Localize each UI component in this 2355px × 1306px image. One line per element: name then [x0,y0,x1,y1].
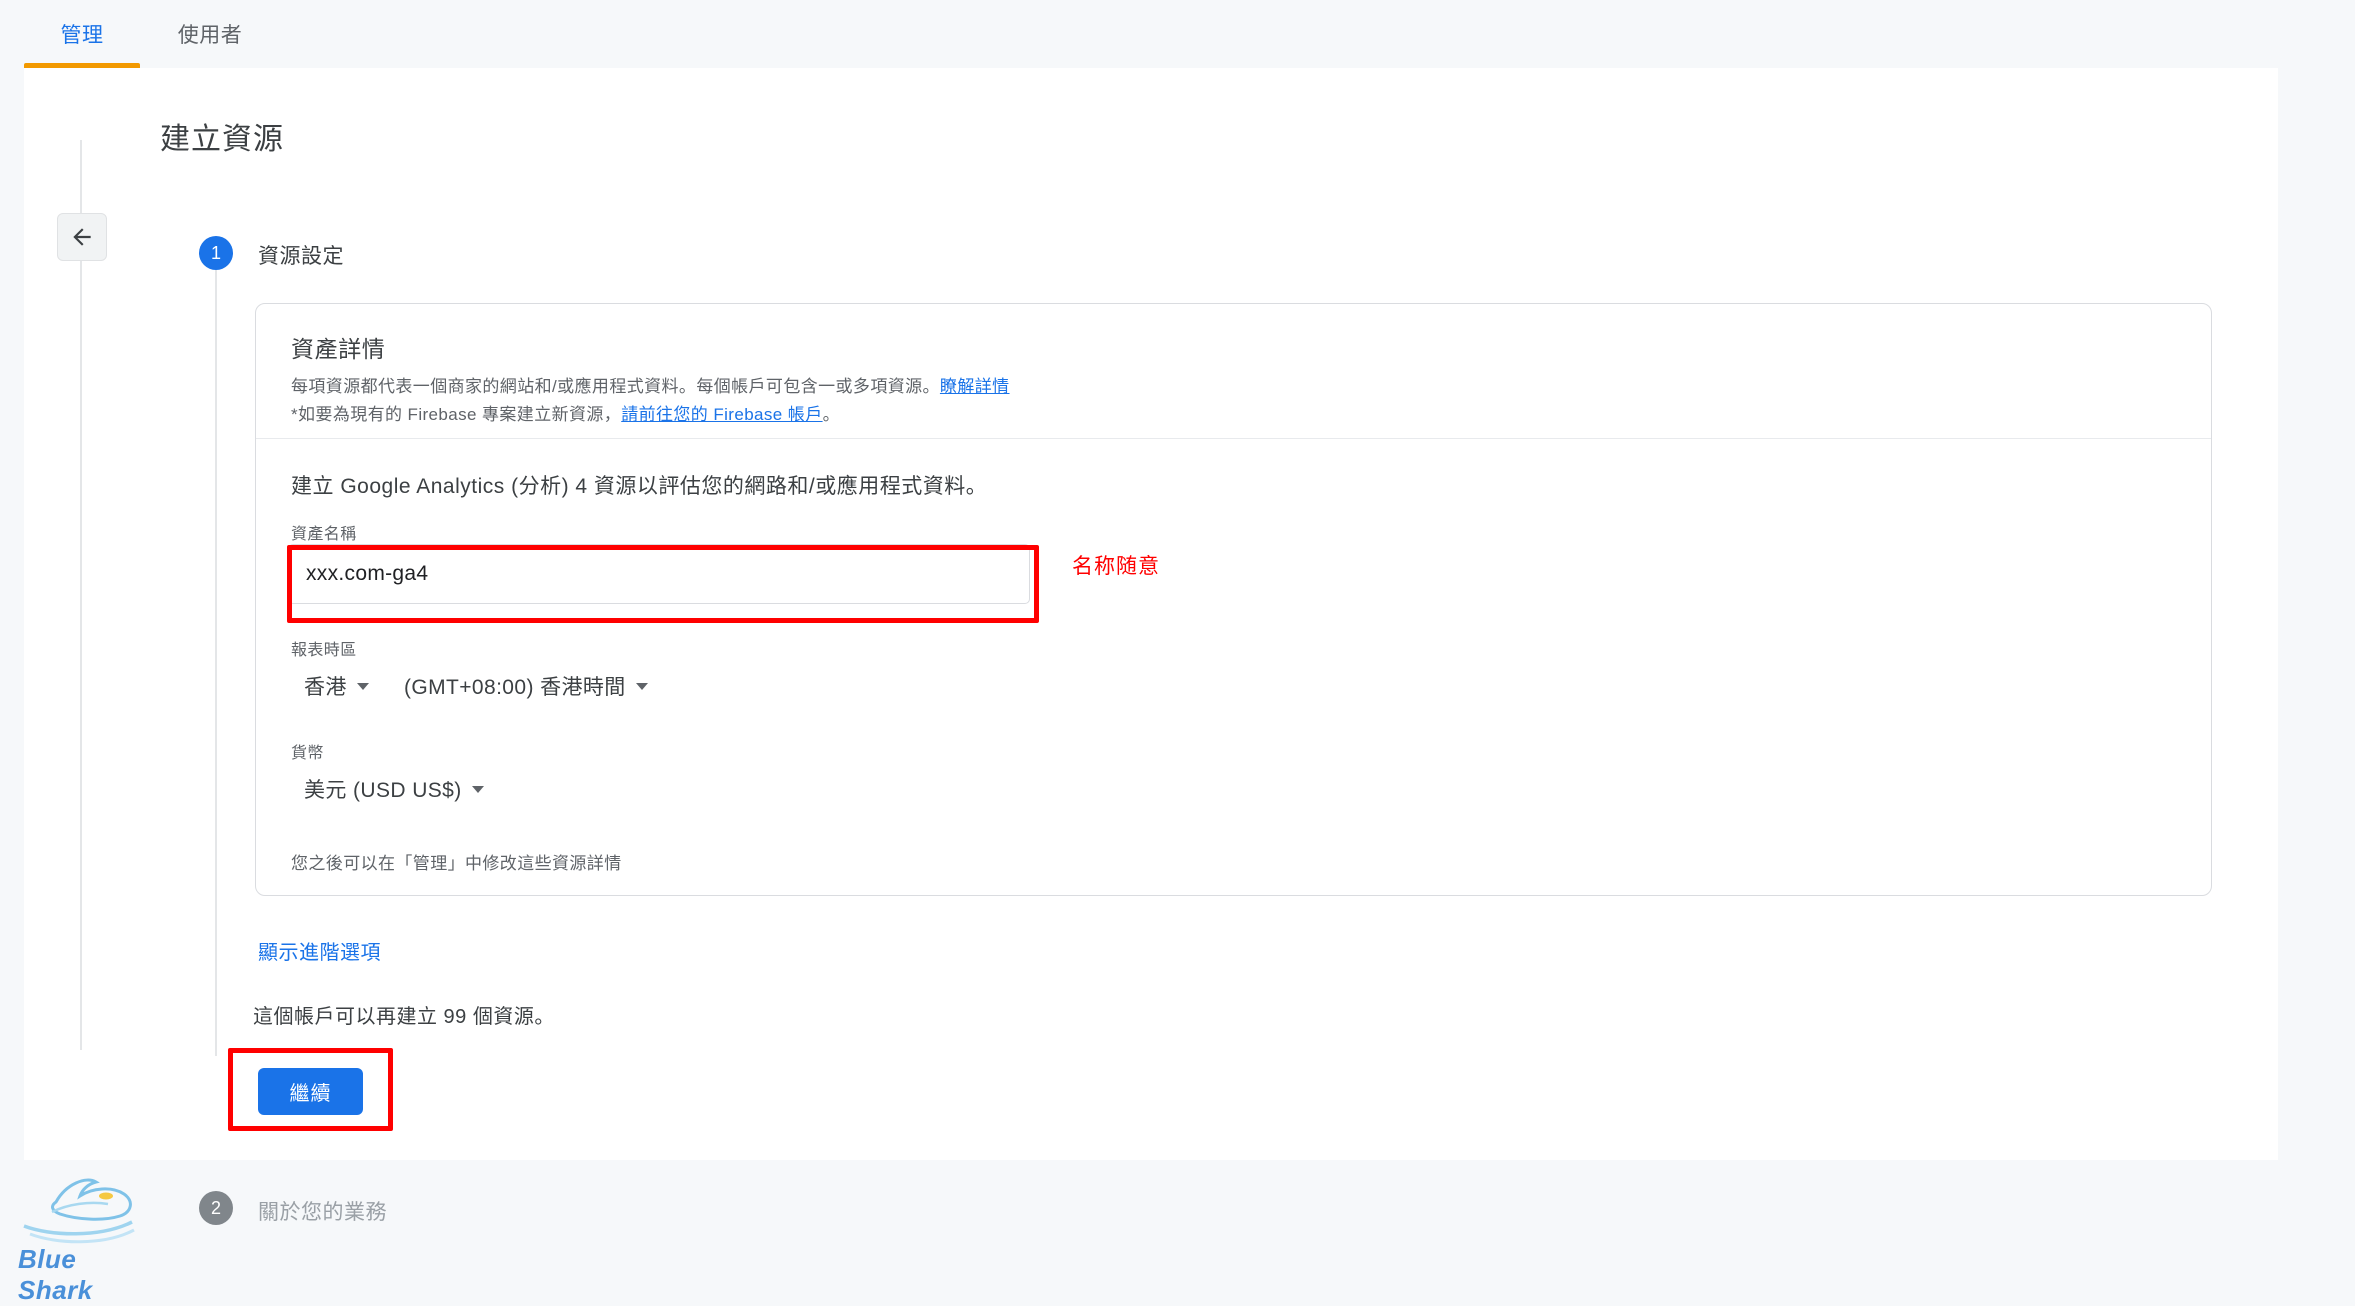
card-description-line-2: *如要為現有的 Firebase 專案建立新資源，請前往您的 Firebase … [291,401,1010,429]
stepper-connector-line [215,270,217,1056]
card-desc-text-2-end: 。 [822,405,840,424]
chevron-down-icon [356,682,369,690]
step-1-number: 1 [210,242,221,263]
timezone-offset-value: (GMT+08:00) 香港時間 [404,676,626,699]
step-1-label: 資源設定 [258,245,344,268]
card-desc-text-2: *如要為現有的 Firebase 專案建立新資源， [291,405,622,424]
timezone-country-value: 香港 [304,676,347,699]
card-title: 資產詳情 [291,336,386,362]
top-tab-bar: 管理 使用者 [0,0,2355,68]
watermark-logo: Blue Shark [8,1168,158,1305]
card-header: 資產詳情 每項資源都代表一個商家的網站和/或應用程式資料。每個帳戶可包含一或多項… [291,330,1010,429]
tab-admin[interactable]: 管理 [24,0,140,68]
currency-dropdown[interactable]: 美元 (USD US$) [304,774,484,804]
firebase-account-link[interactable]: 請前往您的 Firebase 帳戶 [621,405,822,424]
create-property-intro: 建立 Google Analytics (分析) 4 資源以評估您的網路和/或應… [291,475,988,498]
property-quota-text: 這個帳戶可以再建立 99 個資源。 [253,1006,555,1028]
currency-value: 美元 (USD US$) [304,779,462,802]
learn-more-link[interactable]: 瞭解詳情 [940,377,1010,396]
tab-users[interactable]: 使用者 [152,0,268,68]
watermark-text: Blue Shark [18,1244,93,1305]
property-name-label: 資產名稱 [291,526,357,543]
card-divider [256,438,2211,439]
continue-button[interactable]: 繼續 [258,1068,363,1115]
step-2-number: 2 [210,1197,221,1218]
property-details-card: 資產詳情 每項資源都代表一個商家的網站和/或應用程式資料。每個帳戶可包含一或多項… [255,303,2212,896]
card-footnote: 您之後可以在「管理」中修改這些資源詳情 [291,854,622,873]
chevron-down-icon [471,785,484,793]
currency-label: 貨幣 [291,745,324,762]
page-title: 建立資源 [160,123,284,156]
show-advanced-options-link[interactable]: 顯示進階選項 [258,936,381,965]
tab-admin-label: 管理 [60,24,104,47]
shark-logo-icon [23,1178,135,1244]
step-1-circle: 1 [199,236,233,270]
tab-users-label: 使用者 [177,24,243,47]
annotation-label-name: 名称随意 [1072,555,1160,578]
timezone-offset-dropdown[interactable]: (GMT+08:00) 香港時間 [404,671,648,701]
timezone-country-dropdown[interactable]: 香港 [304,671,369,701]
back-rail-divider [80,140,82,1050]
chevron-down-icon [635,682,648,690]
card-desc-text-1: 每項資源都代表一個商家的網站和/或應用程式資料。每個帳戶可包含一或多項資源。 [291,377,940,396]
arrow-left-icon [73,228,91,246]
property-name-input[interactable] [288,544,1030,604]
back-button[interactable] [57,213,107,261]
reporting-timezone-label: 報表時區 [291,642,357,659]
step-2-circle[interactable]: 2 [199,1191,233,1225]
step-2-label[interactable]: 關於您的業務 [258,1196,387,1226]
card-description-line-1: 每項資源都代表一個商家的網站和/或應用程式資料。每個帳戶可包含一或多項資源。瞭解… [291,373,1010,401]
